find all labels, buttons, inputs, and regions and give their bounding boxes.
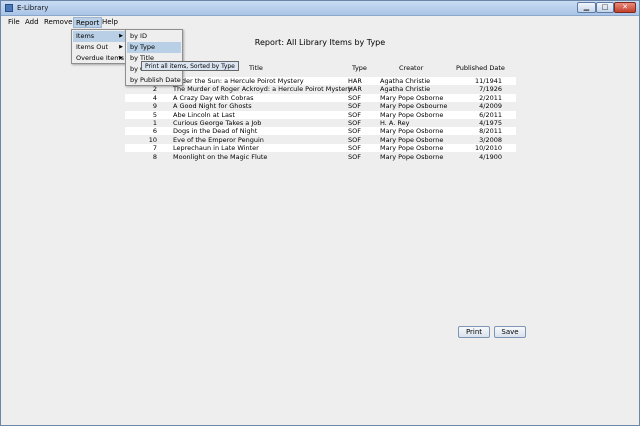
item-published-date: 4/2009	[479, 102, 502, 111]
item-title: Leprechaun in Late Winter	[173, 144, 259, 153]
item-type: SOF	[348, 152, 361, 161]
app-window: E-Library ▁ □ ✕ File Add Remove Report H…	[0, 0, 640, 426]
item-creator: Mary Pope Osborne	[380, 110, 444, 119]
item-id: 2	[152, 85, 157, 94]
table-row: 1 Curious George Takes a Job SOF H. A. Rey 4…	[125, 119, 516, 127]
column-header-title: Title	[249, 64, 263, 72]
column-header-creator: Creator	[399, 64, 424, 72]
item-creator: Mary Pope Osborne	[380, 152, 444, 161]
column-header-published-date: Published Date	[456, 64, 505, 72]
submenu-item-by-publish-date[interactable]: by Publish Date	[127, 75, 181, 86]
item-published-date: 2/2011	[479, 93, 502, 102]
print-button[interactable]: Print	[458, 326, 490, 338]
item-id: 1	[152, 119, 157, 127]
item-type: SOF	[348, 110, 361, 119]
menu-remove[interactable]: Remove	[42, 17, 74, 28]
item-title: Moonlight on the Magic Flute	[173, 152, 268, 161]
item-creator: H. A. Rey	[380, 119, 410, 127]
item-id: 9	[152, 102, 157, 111]
table-row: 9A Good Night for Ghosts SOF Mary Pope Osb…	[125, 102, 516, 110]
item-type: SOF	[348, 135, 361, 144]
item-type: SOF	[348, 127, 361, 136]
table-row: 5 Abe Lincoln at Last SOF Mary Pope Osborne…	[125, 110, 516, 119]
item-id: 4	[152, 93, 157, 102]
item-title: Curious George Takes a Job	[173, 119, 262, 127]
menu-item-items-out-label: Items Out	[76, 43, 109, 51]
item-type: SOF	[348, 119, 361, 127]
item-published-date: 11/1941	[474, 77, 502, 85]
item-title: A Good Night for Ghosts	[173, 102, 252, 111]
submenu-arrow-icon: ▶	[119, 33, 123, 39]
item-title: A Crazy Day with Cobras	[173, 93, 254, 102]
menu-file[interactable]: File	[6, 17, 22, 28]
item-creator: Mary Pope Osborne	[380, 93, 444, 102]
report-menu-dropdown: Items ▶ Items Out ▶ Overdue Items ▶	[71, 29, 127, 64]
item-id: 6	[152, 127, 157, 136]
item-type: SOF	[348, 93, 361, 102]
submenu-arrow-icon: ▶	[119, 55, 123, 61]
item-id: 5	[152, 110, 157, 119]
table-row: 8 Moonlight on the Magic Flute SOF Mary Pop…	[125, 153, 516, 161]
item-type: HAR	[348, 85, 362, 94]
item-title: Abe Lincoln at Last	[173, 110, 235, 119]
item-creator: Mary Pope Osborne	[380, 144, 444, 153]
item-title: Eve of the Emperor Penguin	[173, 135, 264, 144]
item-id: 10	[148, 135, 157, 144]
submenu-item-by-id[interactable]: by ID	[127, 31, 181, 42]
save-button[interactable]: Save	[494, 326, 526, 338]
item-title: Under the Sun: a Hercule Poirot Mystery	[173, 77, 304, 85]
item-published-date: 3/2008	[479, 135, 502, 144]
menu-help[interactable]: Help	[100, 17, 120, 28]
items-submenu: by ID by Type by Title by C by Publish D…	[125, 29, 183, 86]
item-title: The Murder of Roger Ackroyd: a Hercule P…	[173, 85, 352, 94]
table-row: 10 Eve of the Emperor Penguin SOF Mary Pope…	[125, 136, 516, 144]
menu-item-overdue-items[interactable]: Overdue Items ▶	[73, 53, 125, 64]
submenu-item-by-type[interactable]: by Type	[127, 42, 181, 53]
submenu-arrow-icon: ▶	[119, 44, 123, 50]
window-title: E-Library	[17, 4, 49, 12]
table-row: 6 Dogs in the Dead of Night SOF Mary Pope O…	[125, 127, 516, 136]
item-title: Dogs in the Dead of Night	[173, 127, 258, 136]
report-title: Report: All Library Items by Type	[254, 38, 386, 47]
menu-add[interactable]: Add	[23, 17, 41, 28]
item-published-date: 8/2011	[479, 127, 502, 136]
menu-item-items-out[interactable]: Items Out ▶	[73, 42, 125, 53]
item-type: SOF	[348, 102, 361, 111]
table-row: 3Under the Sun: a Hercule Poirot Mystery…	[125, 77, 516, 85]
item-creator: Agatha Christie	[380, 77, 431, 85]
menu-bar: File Add Remove Report Help	[1, 16, 639, 29]
menu-report[interactable]: Report	[73, 17, 103, 28]
item-published-date: 4/1975	[479, 119, 502, 127]
item-type: SOF	[348, 144, 361, 153]
item-id: 8	[152, 152, 157, 161]
item-published-date: 7/1926	[479, 85, 502, 94]
app-icon	[5, 4, 13, 12]
close-button[interactable]: ✕	[614, 2, 636, 13]
table-row: 4 A Crazy Day with Cobras SOF Mary Pope Osb…	[125, 93, 516, 102]
item-published-date: 6/2011	[479, 110, 502, 119]
item-type: HAR	[348, 77, 362, 85]
item-creator: Agatha Christie	[380, 85, 431, 94]
item-published-date: 10/2010	[474, 144, 502, 153]
item-creator: Mary Pope Osborne	[380, 135, 444, 144]
menu-item-overdue-items-label: Overdue Items	[76, 54, 125, 62]
maximize-button[interactable]: □	[596, 2, 614, 13]
item-creator: Mary Pope Osborne	[380, 127, 444, 136]
menu-item-items[interactable]: Items ▶	[73, 31, 125, 42]
column-header-type: Type	[352, 64, 367, 72]
item-published-date: 4/1900	[479, 152, 502, 161]
menu-item-items-label: Items	[76, 32, 95, 40]
tooltip: Print all items, Sorted by Type	[141, 61, 239, 71]
table-row: 2 The Murder of Roger Ackroyd: a Hercule …	[125, 85, 516, 93]
table-row: 7 Leprechaun in Late Winter SOF Mary Pope O…	[125, 144, 516, 153]
title-bar[interactable]: E-Library ▁ □ ✕	[1, 1, 639, 16]
item-id: 7	[152, 144, 157, 153]
minimize-button[interactable]: ▁	[577, 2, 596, 13]
